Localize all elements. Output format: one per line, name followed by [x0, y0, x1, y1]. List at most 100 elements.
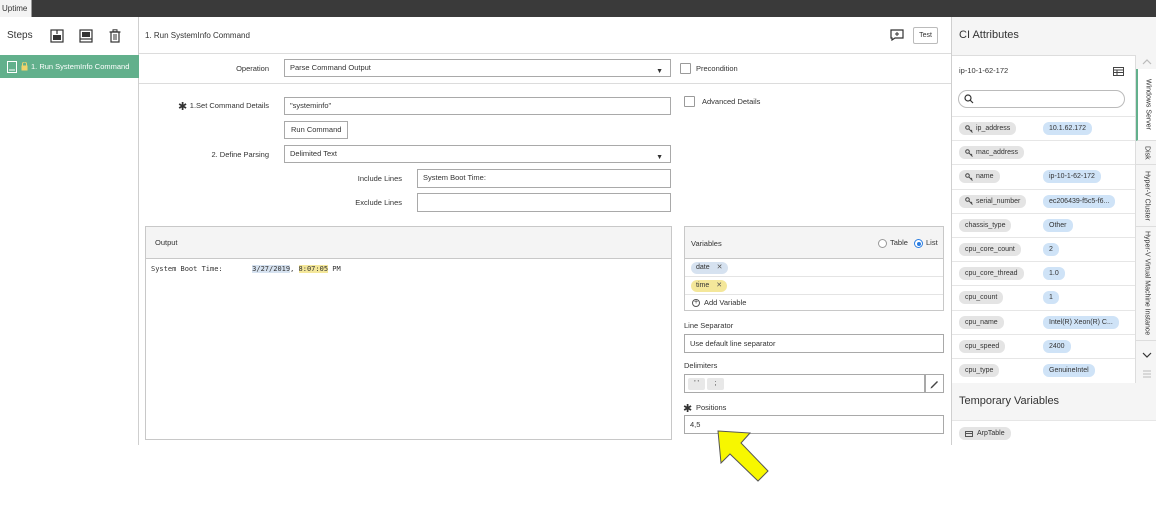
operation-label: Operation	[236, 64, 269, 73]
tab-label: Windows Server	[1144, 79, 1152, 130]
ci-attribute-value[interactable]: 2	[1043, 243, 1059, 256]
ci-key-label: cpu_count	[965, 294, 998, 302]
output-date-highlight: 3/27/2019	[252, 265, 291, 273]
ci-attribute-row[interactable]: cpu_speed 2400	[952, 333, 1135, 358]
ci-attributes-title: CI Attributes	[959, 29, 1019, 41]
key-icon	[965, 124, 973, 133]
variable-chip-date[interactable]: date ✕	[691, 262, 728, 274]
advanced-details-checkbox[interactable]	[684, 96, 695, 107]
list-radio[interactable]	[914, 239, 923, 248]
include-lines-input[interactable]: System Boot Time:	[417, 169, 671, 188]
yellow-arrow-pointer-icon	[717, 430, 769, 482]
ci-attribute-value[interactable]: 1	[1043, 291, 1059, 305]
advanced-details-label: Advanced Details	[702, 97, 761, 106]
ci-attribute-key[interactable]: name	[959, 170, 1000, 184]
ci-attribute-value[interactable]: ip-10-1-62-172	[1043, 170, 1101, 184]
ci-attribute-row[interactable]: serial_number ec206439-f5c5-f6...	[952, 188, 1135, 213]
table-view-icon[interactable]	[1113, 67, 1124, 76]
ci-attribute-key[interactable]: cpu_type	[959, 364, 1000, 377]
temp-variable-chip[interactable]: ArpTable	[959, 427, 1011, 440]
ci-attribute-row[interactable]: cpu_count 1	[952, 285, 1135, 309]
temporary-variables-title: Temporary Variables	[959, 395, 1060, 407]
tab-uptime[interactable]: Uptime	[0, 0, 32, 17]
output-time-highlight: 8:07:05	[298, 265, 329, 273]
add-variable-label: Add Variable	[704, 298, 747, 307]
output-sep: ,	[290, 265, 299, 273]
ci-attribute-key[interactable]: serial_number	[959, 194, 1027, 208]
run-command-button[interactable]: Run Command	[284, 121, 349, 139]
delimiters-label: Delimiters	[684, 361, 718, 370]
ci-attribute-key[interactable]: chassis_type	[959, 218, 1012, 232]
chevron-down-icon[interactable]	[1142, 352, 1152, 359]
ci-key-label: mac_address	[976, 149, 1019, 157]
line-separator-input[interactable]: Use default line separator	[684, 334, 944, 353]
ci-attribute-row[interactable]: mac_address	[952, 140, 1135, 164]
tab-hyper-v-vm-instance[interactable]: Hyper-V Virtual Machine Instance	[1136, 227, 1156, 341]
variable-chip-time[interactable]: time ✕	[691, 280, 728, 292]
exclude-lines-input[interactable]	[417, 193, 671, 212]
steps-header: Steps	[0, 17, 138, 54]
ci-attribute-row[interactable]: cpu_core_count 2	[952, 237, 1135, 261]
ci-key-label: cpu_speed	[965, 342, 1000, 350]
ci-attribute-value[interactable]: Other	[1043, 218, 1073, 232]
ci-attribute-value[interactable]: ec206439-f5c5-f6...	[1043, 194, 1116, 208]
ci-attribute-value[interactable]: GenuineIntel	[1043, 364, 1095, 377]
delimiter-chip[interactable]: ;	[707, 378, 724, 390]
precondition-checkbox[interactable]	[680, 63, 691, 74]
ci-search-input[interactable]	[958, 90, 1125, 108]
ci-attribute-row[interactable]: cpu_core_thread 1.0	[952, 261, 1135, 285]
remove-icon[interactable]: ✕	[716, 280, 722, 292]
ci-attribute-value[interactable]: 10.1.62.172	[1043, 122, 1092, 135]
chevron-up-icon[interactable]	[1142, 58, 1152, 65]
ci-attribute-key[interactable]: cpu_count	[959, 291, 1004, 305]
ci-attribute-key[interactable]: cpu_speed	[959, 339, 1006, 353]
include-lines-label: Include Lines	[357, 174, 402, 183]
command-input[interactable]: "systeminfo"	[284, 97, 671, 115]
test-button[interactable]: Test	[913, 27, 938, 44]
step-type-icon	[7, 60, 17, 73]
output-panel: Output System Boot Time: 3/27/2019, 8:07…	[145, 226, 672, 440]
ci-attribute-key[interactable]: cpu_core_thread	[959, 267, 1024, 281]
delimiters-input[interactable]: ' ' ;	[684, 374, 925, 393]
collapse-icon[interactable]	[1142, 369, 1152, 378]
step-lock-icon	[21, 62, 28, 71]
tab-hyper-v-cluster[interactable]: Hyper-V Cluster	[1136, 165, 1156, 227]
ci-attribute-key[interactable]: mac_address	[959, 146, 1025, 160]
tab-disk[interactable]: Disk	[1136, 141, 1156, 165]
ci-key-label: cpu_core_count	[965, 246, 1015, 253]
variable-name: date	[696, 264, 710, 271]
add-comment-icon[interactable]	[890, 29, 904, 41]
add-variable-button[interactable]: + Add Variable	[692, 298, 746, 307]
ci-attribute-row[interactable]: chassis_type Other	[952, 212, 1135, 237]
variable-row: time ✕	[685, 277, 943, 295]
operation-select[interactable]: Parse Command Output ▼	[284, 59, 671, 77]
add-step-above-icon[interactable]	[49, 28, 65, 44]
chevron-down-icon: ▼	[656, 68, 663, 75]
ci-key-label: serial_number	[976, 197, 1021, 205]
ci-attribute-value[interactable]: 2400	[1043, 339, 1071, 353]
ci-attribute-row[interactable]: name ip-10-1-62-172	[952, 164, 1135, 188]
step-item-run-systeminfo[interactable]: 1. Run SystemInfo Command	[0, 55, 139, 78]
precondition-label: Precondition	[696, 64, 738, 73]
ci-attribute-key[interactable]: cpu_core_count	[959, 243, 1021, 256]
ci-attribute-value[interactable]: 1.0	[1043, 267, 1065, 281]
ci-attribute-key[interactable]: cpu_name	[959, 315, 1004, 329]
remove-icon[interactable]: ✕	[717, 262, 723, 274]
parsing-select[interactable]: Delimited Text ▼	[284, 145, 671, 163]
ci-attribute-row[interactable]: cpu_type GenuineIntel	[952, 358, 1135, 382]
ci-attribute-key[interactable]: ip_address	[959, 122, 1017, 135]
output-prefix: System Boot Time:	[151, 265, 253, 273]
pencil-icon	[930, 381, 938, 389]
ci-attribute-row[interactable]: cpu_name Intel(R) Xeon(R) C...	[952, 309, 1135, 334]
blank-area	[0, 445, 1156, 516]
output-text[interactable]: System Boot Time: 3/27/2019, 8:07:05 PM	[146, 259, 671, 279]
ci-attribute-value[interactable]: Intel(R) Xeon(R) C...	[1043, 315, 1119, 329]
table-radio[interactable]	[878, 239, 887, 248]
tab-windows-server[interactable]: Windows Server	[1136, 69, 1156, 141]
ci-attribute-row[interactable]: ip_address 10.1.62.172	[952, 116, 1135, 140]
trash-icon[interactable]	[107, 28, 123, 44]
ci-key-label: cpu_name	[965, 318, 998, 326]
edit-delimiters-button[interactable]	[925, 374, 944, 393]
delimiter-chip[interactable]: ' '	[688, 378, 705, 390]
add-step-below-icon[interactable]	[78, 28, 94, 44]
